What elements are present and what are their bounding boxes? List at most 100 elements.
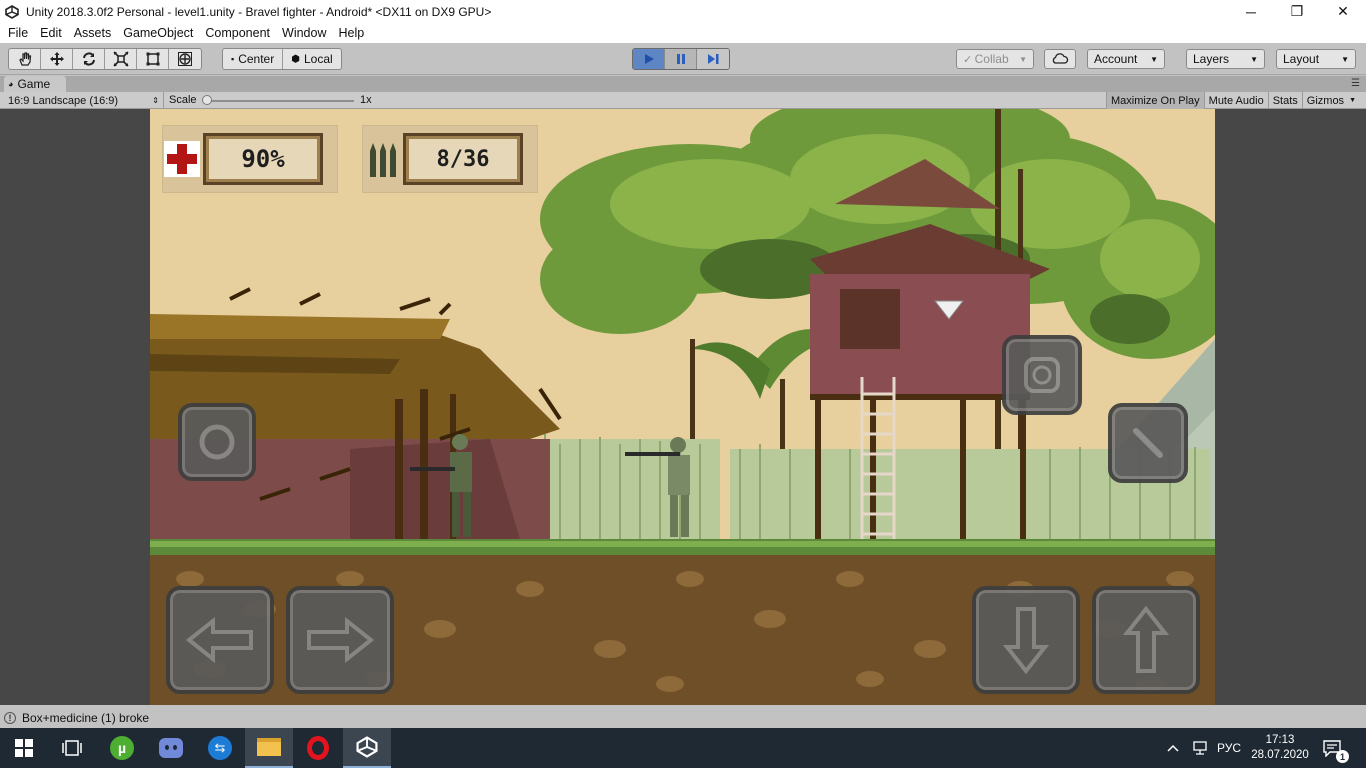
taskbar-utorrent[interactable]: µ — [98, 728, 146, 768]
tab-menu-icon[interactable]: ☰ — [1351, 78, 1360, 89]
taskbar-teamviewer[interactable]: ⇆ — [196, 728, 244, 768]
close-button[interactable]: ✕ — [1320, 0, 1366, 23]
arrow-up-icon — [1122, 605, 1170, 673]
reload-button[interactable] — [178, 403, 256, 481]
cloud-button[interactable] — [1044, 49, 1076, 69]
chevron-down-icon: ▼ — [1150, 54, 1158, 64]
game-view[interactable]: 90% 8/36 — [150, 109, 1215, 705]
mute-audio-toggle[interactable]: Mute Audio — [1203, 92, 1268, 109]
ammo-value: 8/36 — [403, 133, 523, 185]
discord-icon — [159, 738, 183, 758]
stats-toggle[interactable]: Stats — [1267, 92, 1302, 109]
menu-edit[interactable]: Edit — [34, 26, 68, 40]
maximize-on-play-toggle[interactable]: Maximize On Play — [1106, 92, 1204, 109]
move-tool-icon[interactable] — [41, 49, 73, 69]
scale-label: Scale — [169, 94, 197, 106]
menu-file[interactable]: File — [2, 26, 34, 40]
start-button[interactable] — [0, 728, 48, 768]
windows-taskbar: µ ⇆ РУС 17:13 28.07.2020 1 — [0, 728, 1366, 768]
system-clock[interactable]: 17:13 28.07.2020 — [1250, 733, 1310, 763]
move-left-button[interactable] — [166, 586, 274, 694]
language-indicator[interactable]: РУС — [1217, 728, 1241, 768]
notifications-button[interactable]: 1 — [1322, 728, 1349, 768]
menu-component[interactable]: Component — [199, 26, 276, 40]
pivot-center-icon: ▪ — [231, 54, 235, 64]
use-button[interactable] — [1002, 335, 1082, 415]
move-right-button[interactable] — [286, 586, 394, 694]
rect-tool-icon[interactable] — [137, 49, 169, 69]
scale-value: 1x — [360, 94, 372, 106]
pivot-center-label: Center — [238, 52, 275, 66]
transform-tool-icon[interactable] — [169, 49, 201, 69]
network-icon[interactable] — [1192, 728, 1210, 768]
pivot-local-button[interactable]: ⬢ Local — [283, 49, 340, 69]
tab-game[interactable]: ◕ Game — [4, 76, 66, 92]
scale-slider-thumb[interactable] — [202, 95, 212, 105]
taskbar-unity[interactable] — [343, 728, 391, 768]
minimize-button[interactable]: ─ — [1228, 0, 1274, 23]
unity-icon — [356, 736, 378, 758]
health-value: 90% — [203, 133, 323, 185]
scale-slider-track[interactable] — [206, 100, 354, 102]
game-icon: ◕ — [8, 79, 14, 89]
updown-icon: ⇕ — [152, 96, 159, 105]
chevron-down-icon: ▼ — [1250, 54, 1258, 64]
menu-help[interactable]: Help — [332, 26, 370, 40]
gizmos-dropdown[interactable]: Gizmos ▼ — [1301, 92, 1360, 109]
transform-tools — [8, 48, 202, 70]
utorrent-icon: µ — [110, 736, 134, 760]
chevron-up-icon[interactable] — [1166, 728, 1180, 768]
taskbar-discord[interactable] — [147, 728, 195, 768]
pause-button[interactable] — [665, 49, 697, 69]
rotate-tool-icon[interactable] — [73, 49, 105, 69]
scale-tool-icon[interactable] — [105, 49, 137, 69]
menu-gameobject[interactable]: GameObject — [117, 26, 199, 40]
pivot-local-icon: ⬢ — [291, 53, 300, 65]
menu-window[interactable]: Window — [276, 26, 332, 40]
pivot-center-button[interactable]: ▪ Center — [223, 49, 284, 69]
hand-tool-icon[interactable] — [9, 49, 41, 69]
collab-dropdown[interactable]: ✓ Collab ▼ — [956, 49, 1034, 69]
crouch-button[interactable] — [972, 586, 1080, 694]
jump-button[interactable] — [1092, 586, 1200, 694]
notification-count: 1 — [1336, 750, 1349, 763]
layout-label: Layout — [1283, 52, 1320, 66]
status-message: Box+medicine (1) broke — [22, 711, 150, 725]
taskbar-file-explorer[interactable] — [245, 728, 293, 768]
aspect-label: 16:9 Landscape (16:9) — [8, 94, 119, 107]
chevron-down-icon: ▼ — [1341, 54, 1349, 64]
taskbar-opera[interactable] — [294, 728, 342, 768]
collab-label: Collab — [974, 52, 1009, 66]
task-view-button[interactable] — [48, 728, 96, 768]
arrow-left-icon — [185, 616, 253, 664]
pivot-toggles: ▪ Center ⬢ Local — [222, 48, 342, 70]
play-button[interactable] — [633, 49, 665, 69]
layers-dropdown[interactable]: Layers ▼ — [1186, 49, 1265, 69]
folder-icon — [257, 738, 281, 756]
layers-label: Layers — [1193, 52, 1230, 66]
opera-icon — [307, 736, 329, 760]
layout-dropdown[interactable]: Layout ▼ — [1276, 49, 1356, 69]
chevron-down-icon: ▼ — [1349, 97, 1356, 104]
title-bar: Unity 2018.3.0f2 Personal - level1.unity… — [0, 0, 1366, 23]
windows-logo-icon — [15, 739, 33, 757]
account-dropdown[interactable]: Account ▼ — [1087, 49, 1165, 69]
arrow-down-icon — [1002, 607, 1050, 675]
knife-button[interactable] — [1108, 403, 1188, 483]
menu-bar: File Edit Assets GameObject Component Wi… — [0, 23, 1366, 43]
console-status-bar[interactable]: ! Box+medicine (1) broke — [0, 709, 1366, 727]
unity-logo-icon — [4, 4, 20, 20]
tab-bar: ◕ Game ☰ — [0, 76, 1366, 92]
menu-assets[interactable]: Assets — [68, 26, 118, 40]
step-icon — [708, 54, 719, 64]
playback-controls — [632, 48, 730, 70]
cloud-icon — [1052, 53, 1069, 64]
window-title: Unity 2018.3.0f2 Personal - level1.unity… — [26, 4, 492, 19]
task-view-icon — [62, 740, 82, 756]
info-icon: ! — [4, 712, 16, 724]
tab-game-label: Game — [17, 77, 51, 91]
maximize-button[interactable]: ❐ — [1274, 0, 1320, 23]
gizmos-label: Gizmos — [1306, 94, 1345, 107]
aspect-dropdown[interactable]: 16:9 Landscape (16:9) ⇕ — [4, 92, 164, 109]
step-button[interactable] — [697, 49, 729, 69]
